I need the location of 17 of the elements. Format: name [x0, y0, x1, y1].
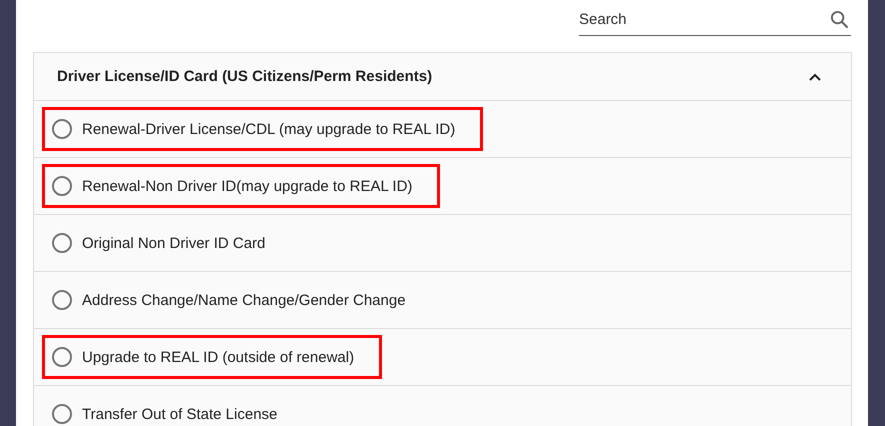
- radio-button[interactable]: [52, 290, 72, 310]
- search-icon[interactable]: [830, 10, 849, 29]
- option-label[interactable]: Renewal-Non Driver ID(may upgrade to REAL ID): [82, 178, 412, 194]
- section-title: Driver License/ID Card (US Citizens/Perm Residents): [57, 68, 432, 85]
- radio-button[interactable]: [52, 404, 72, 424]
- radio-button[interactable]: [52, 176, 72, 196]
- accordion-header[interactable]: Driver License/ID Card (US Citizens/Perm Residents): [34, 53, 851, 101]
- radio-button[interactable]: [52, 233, 72, 253]
- option-label[interactable]: Upgrade to REAL ID (outside of renewal): [82, 348, 354, 366]
- search-field[interactable]: Search: [579, 4, 851, 36]
- option-label[interactable]: Original Non Driver ID Card: [82, 234, 266, 252]
- chevron-icon: [809, 72, 821, 80]
- radio-button[interactable]: [52, 119, 72, 139]
- option-label[interactable]: Transfer Out of State License: [82, 406, 278, 422]
- option-label[interactable]: Renewal-Driver License/CDL (may upgrade to REAL ID): [82, 120, 456, 138]
- option-label[interactable]: Address Change/Name Change/Gender Change: [82, 292, 406, 308]
- radio-button[interactable]: [52, 347, 72, 367]
